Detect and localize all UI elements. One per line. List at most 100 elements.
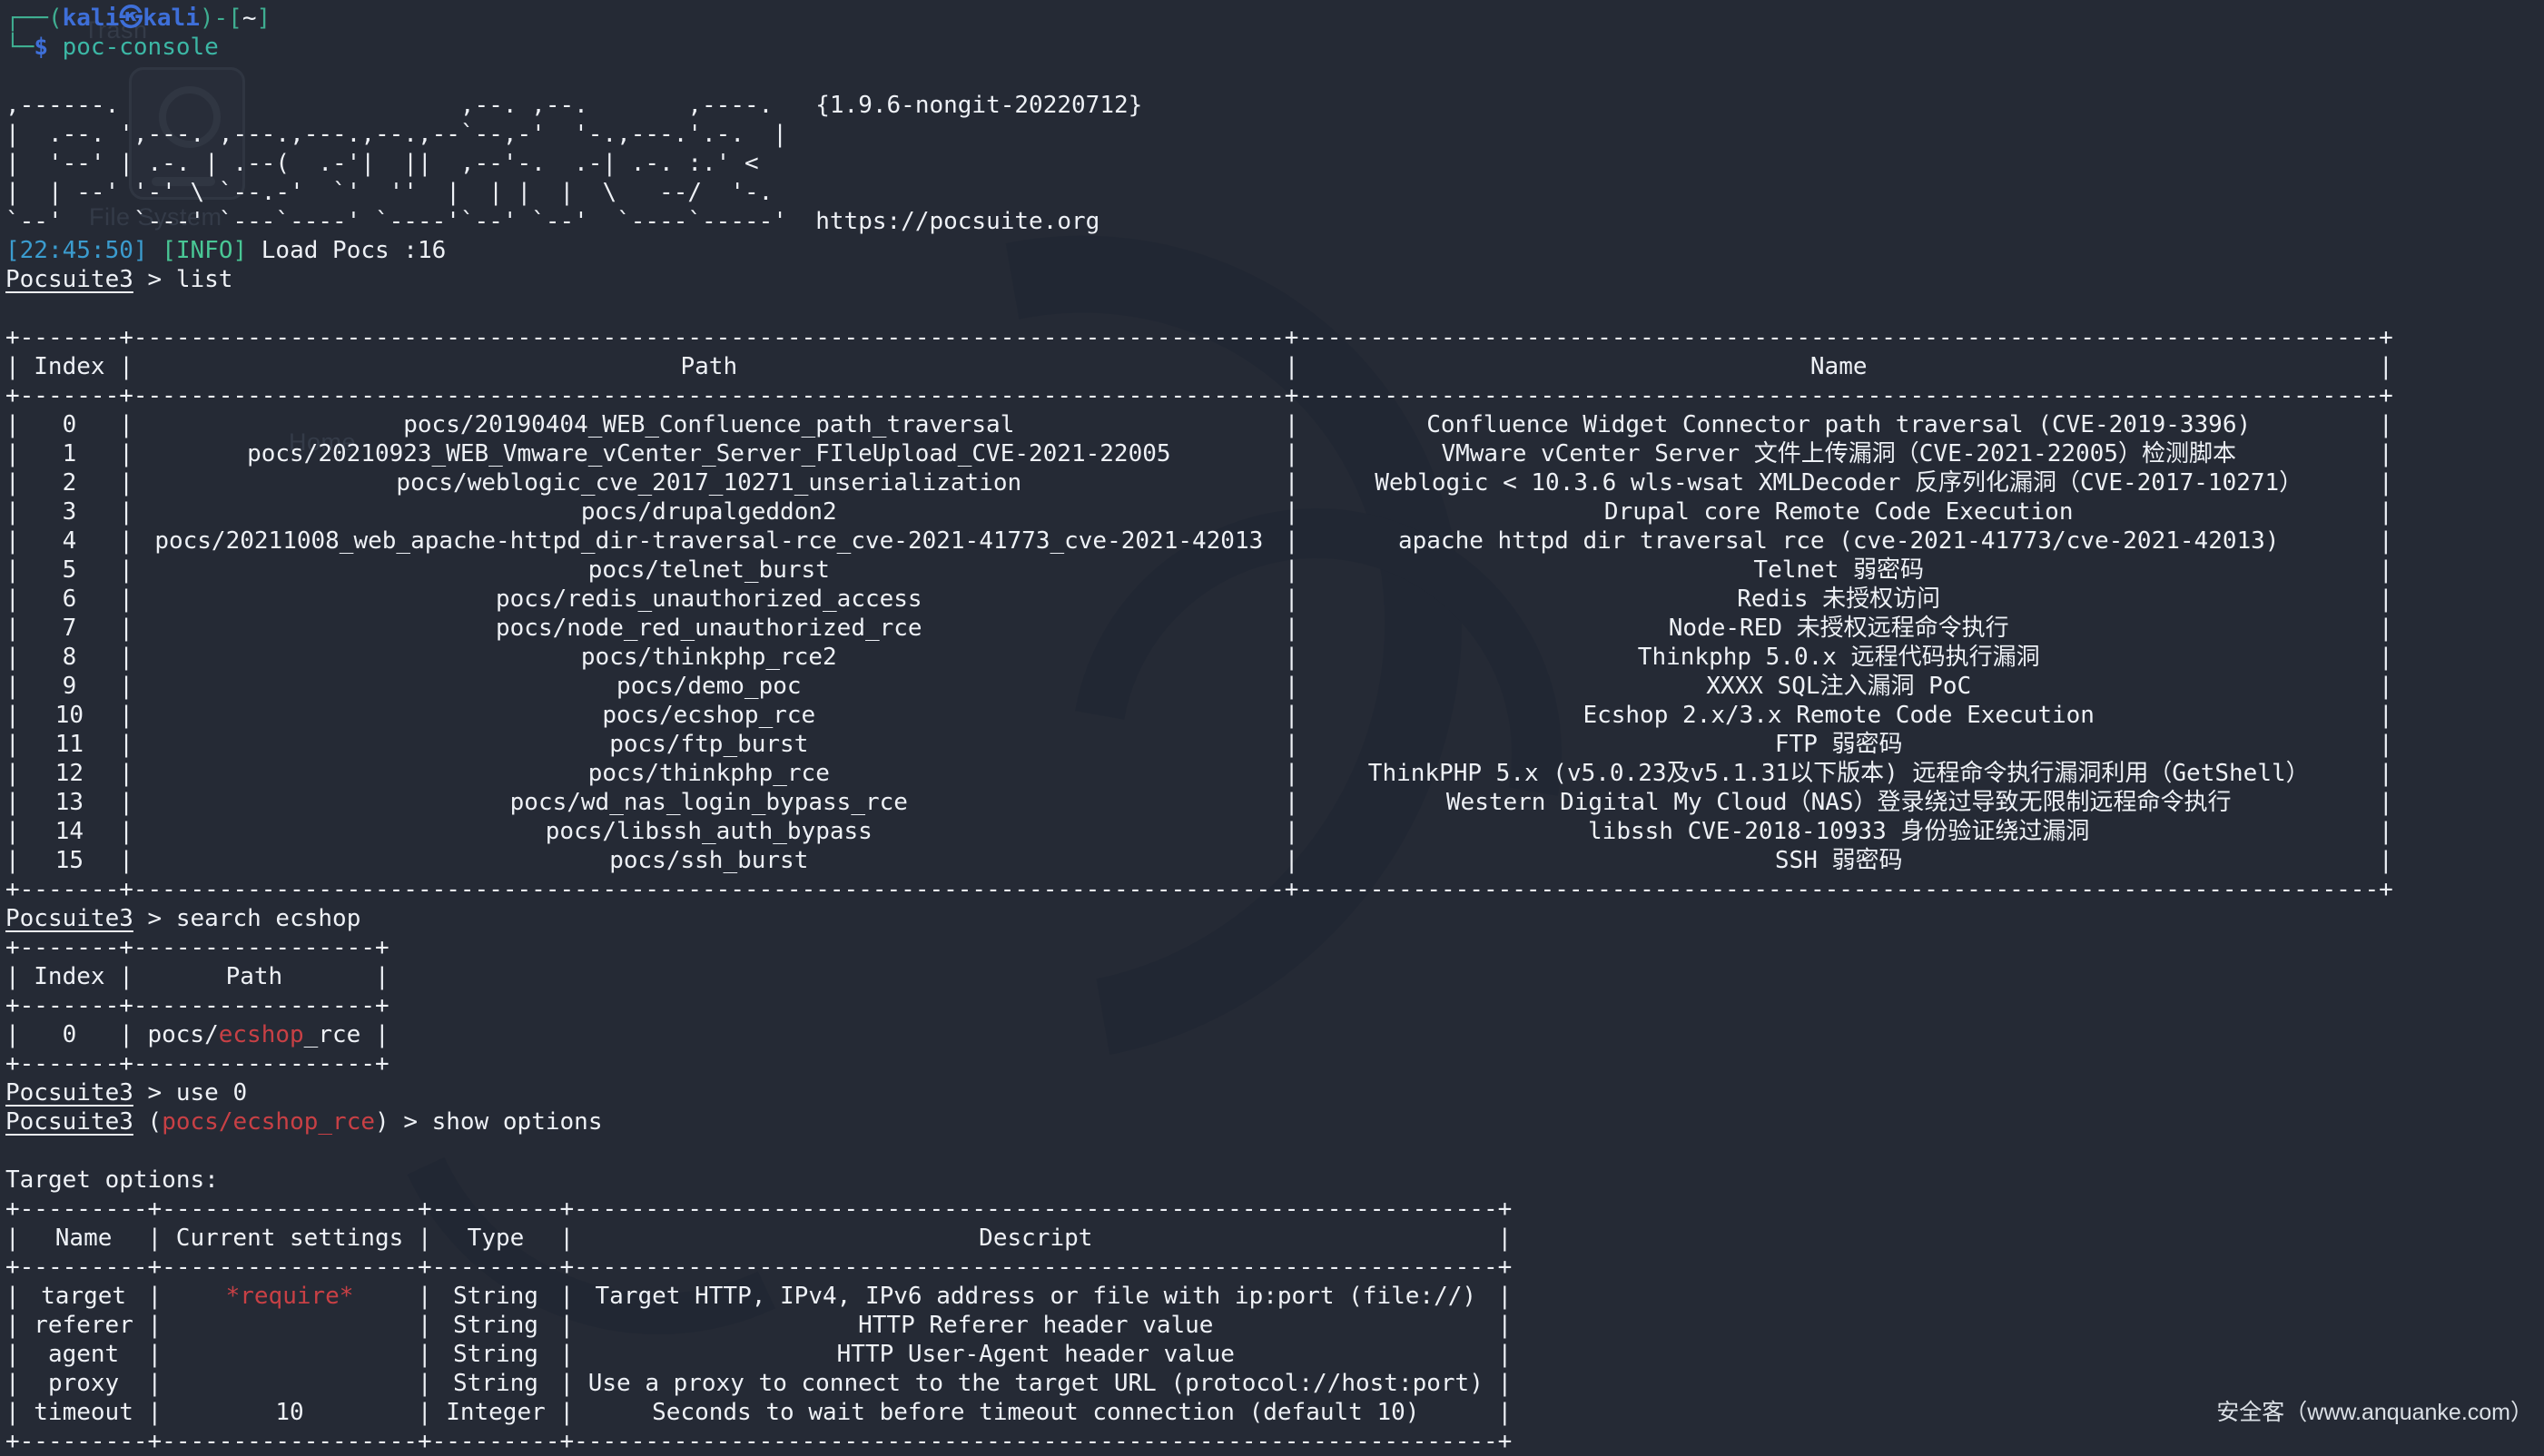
table-column-divider: | <box>119 730 133 759</box>
table-column-divider: | <box>5 585 20 614</box>
table-cell: ThinkPHP 5.x (v5.0.23及v5.1.31以下版本) 远程命令执… <box>1298 759 2379 788</box>
table-column-divider: | <box>1498 1311 1513 1340</box>
table-column-divider: | <box>1285 701 1299 730</box>
table-column-divider: | <box>5 701 20 730</box>
table-row: |6|pocs/redis_unauthorized_access|Redis … <box>5 585 2544 614</box>
table-cell: pocs/ssh_burst <box>133 846 1285 875</box>
table-cell: 2 <box>20 468 120 497</box>
table-column-divider: | <box>2379 730 2393 759</box>
table-cell: Path <box>133 352 1285 381</box>
table-column-divider: | <box>5 410 20 439</box>
table-column-divider: | <box>148 1224 163 1253</box>
table-cell: agent <box>20 1340 148 1369</box>
table-column-divider: | <box>418 1369 432 1398</box>
table-column-divider: | <box>5 962 20 991</box>
table-cell: Path <box>133 962 375 991</box>
table-column-divider: | <box>5 468 20 497</box>
table-column-divider: | <box>1285 410 1299 439</box>
table-cell: pocs/demo_poc <box>133 672 1285 701</box>
table-column-divider: | <box>2379 788 2393 817</box>
table-column-divider: | <box>5 1224 20 1253</box>
table-header-row: |Index|Path| <box>5 962 2544 991</box>
table-cell: SSH 弱密码 <box>1298 846 2379 875</box>
table-cell: libssh CVE-2018-10933 身份验证绕过漏洞 <box>1298 817 2379 846</box>
table-border: +-------+-----------------+ <box>5 1049 2544 1078</box>
table-cell: 7 <box>20 614 120 643</box>
table-cell: XXXX SQL注入漏洞 PoC <box>1298 672 2379 701</box>
table-cell: Use a proxy to connect to the target URL… <box>574 1369 1497 1398</box>
table-row: |0|pocs/ecshop_rce| <box>5 1020 2544 1049</box>
table-cell: String <box>432 1282 560 1311</box>
table-column-divider: | <box>5 817 20 846</box>
table-column-divider: | <box>2379 526 2393 556</box>
table-column-divider: | <box>559 1340 574 1369</box>
table-column-divider: | <box>2379 585 2393 614</box>
table-cell: proxy <box>20 1369 148 1398</box>
banner-line: ,------. ,--. ,--. ,----. {1.9.6-nongit-… <box>5 91 2544 120</box>
table-column-divider: | <box>2379 468 2393 497</box>
table-column-divider: | <box>119 497 133 526</box>
table-cell: 13 <box>20 788 120 817</box>
table-cell: pocs/wd_nas_login_bypass_rce <box>133 788 1285 817</box>
table-cell: Target HTTP, IPv4, IPv6 address or file … <box>574 1282 1497 1311</box>
table-column-divider: | <box>119 788 133 817</box>
table-cell: VMware vCenter Server 文件上传漏洞（CVE-2021-22… <box>1298 439 2379 468</box>
table-border: +-------+-----------------+ <box>5 991 2544 1020</box>
table-column-divider: | <box>1285 643 1299 672</box>
table-column-divider: | <box>119 643 133 672</box>
table-column-divider: | <box>5 759 20 788</box>
table-column-divider: | <box>119 556 133 585</box>
table-column-divider: | <box>1498 1369 1513 1398</box>
table-column-divider: | <box>119 439 133 468</box>
table-cell: Seconds to wait before timeout connectio… <box>574 1398 1497 1427</box>
table-column-divider: | <box>119 846 133 875</box>
anquanke-watermark: 安全客（www.anquanke.com） <box>2216 1394 2533 1427</box>
table-column-divider: | <box>5 497 20 526</box>
table-cell: 10 <box>162 1398 418 1427</box>
table-cell: Ecshop 2.x/3.x Remote Code Execution <box>1298 701 2379 730</box>
table-cell: pocs/telnet_burst <box>133 556 1285 585</box>
table-column-divider: | <box>1285 846 1299 875</box>
table-cell: String <box>432 1311 560 1340</box>
table-column-divider: | <box>2379 759 2393 788</box>
table-cell: Drupal core Remote Code Execution <box>1298 497 2379 526</box>
table-cell: pocs/libssh_auth_bypass <box>133 817 1285 846</box>
table-column-divider: | <box>2379 614 2393 643</box>
table-cell: referer <box>20 1311 148 1340</box>
table-cell: Node-RED 未授权远程命令执行 <box>1298 614 2379 643</box>
table-column-divider: | <box>119 410 133 439</box>
command-list: Pocsuite3 > list <box>5 265 2544 294</box>
table-cell: Index <box>20 352 120 381</box>
table-border: +---------+------------------+---------+… <box>5 1195 2544 1224</box>
table-cell: 6 <box>20 585 120 614</box>
table-column-divider: | <box>1285 788 1299 817</box>
table-column-divider: | <box>119 1020 133 1049</box>
table-cell: pocs/redis_unauthorized_access <box>133 585 1285 614</box>
blank-line <box>5 294 2544 323</box>
table-cell: 0 <box>20 410 120 439</box>
table-column-divider: | <box>5 643 20 672</box>
table-column-divider: | <box>1285 614 1299 643</box>
terminal[interactable]: ┌──(kali㉿kali)-[~]└─$ poc-console,------… <box>5 4 2544 1456</box>
table-column-divider: | <box>5 1369 20 1398</box>
table-cell: Telnet 弱密码 <box>1298 556 2379 585</box>
table-cell: HTTP User-Agent header value <box>574 1340 1497 1369</box>
table-column-divider: | <box>5 846 20 875</box>
table-column-divider: | <box>559 1369 574 1398</box>
table-column-divider: | <box>1285 556 1299 585</box>
table-row: |timeout|10|Integer|Seconds to wait befo… <box>5 1398 2544 1427</box>
table-column-divider: | <box>1285 352 1299 381</box>
table-border: +-------+-------------------------------… <box>5 381 2544 410</box>
banner-line: | | --' '-' \ `--.-' `' '' | | | | \ --/… <box>5 178 2544 207</box>
table-cell: 3 <box>20 497 120 526</box>
table-cell: Current settings <box>162 1224 418 1253</box>
table-column-divider: | <box>2379 817 2393 846</box>
table-row: |proxy||String|Use a proxy to connect to… <box>5 1369 2544 1398</box>
table-border: +-------+-----------------+ <box>5 933 2544 962</box>
table-column-divider: | <box>5 1282 20 1311</box>
table-row: |referer||String|HTTP Referer header val… <box>5 1311 2544 1340</box>
table-cell: 15 <box>20 846 120 875</box>
table-cell: pocs/ecshop_rce <box>133 701 1285 730</box>
table-column-divider: | <box>119 585 133 614</box>
table-row: |5|pocs/telnet_burst|Telnet 弱密码| <box>5 556 2544 585</box>
